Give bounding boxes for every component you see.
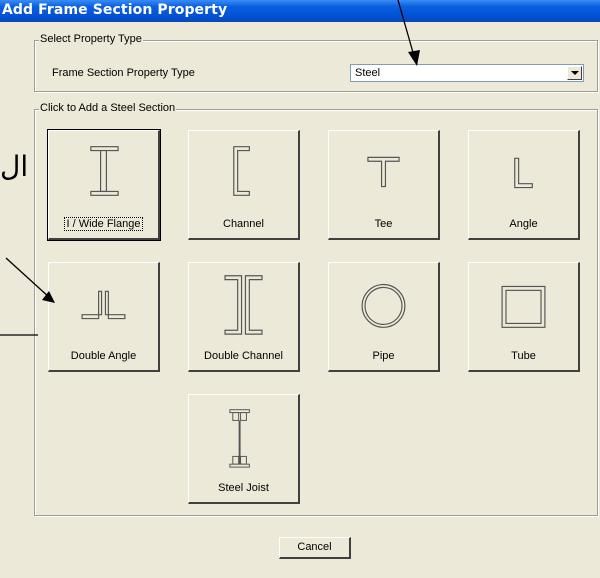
chevron-down-icon xyxy=(571,71,579,75)
group-label: Click to Add a Steel Section xyxy=(39,102,177,114)
tube-icon xyxy=(501,285,546,328)
dialog-body: Select Property Type Frame Section Prope… xyxy=(0,22,600,578)
button-label: Double Angle xyxy=(70,350,137,362)
steel-joist-button[interactable]: Steel Joist xyxy=(188,394,300,504)
window-title: Add Frame Section Property xyxy=(2,2,228,18)
pipe-button[interactable]: Pipe xyxy=(328,262,440,372)
button-label: Angle xyxy=(509,218,538,230)
double-angle-icon xyxy=(81,290,126,320)
button-label: I / Wide Flange xyxy=(63,217,144,231)
double-channel-icon xyxy=(224,275,263,335)
channel-icon xyxy=(233,146,250,196)
tee-icon xyxy=(367,156,400,188)
cancel-button[interactable]: Cancel xyxy=(279,537,351,559)
side-annotation-text: ال xyxy=(0,150,29,183)
group-label: Select Property Type xyxy=(39,33,143,45)
angle-button[interactable]: Angle xyxy=(468,130,580,240)
button-label: Tee xyxy=(374,218,393,230)
title-bar: Add Frame Section Property xyxy=(0,0,600,22)
angle-icon xyxy=(514,157,533,189)
button-label: Tube xyxy=(511,350,536,362)
dropdown-value: Steel xyxy=(355,67,381,79)
tube-button[interactable]: Tube xyxy=(468,262,580,372)
pipe-icon xyxy=(361,283,406,328)
property-type-dropdown[interactable]: Steel xyxy=(350,64,584,82)
button-label: Channel xyxy=(223,218,264,230)
dropdown-arrow-button[interactable] xyxy=(567,66,582,80)
double-angle-button[interactable]: Double Angle xyxy=(48,262,160,372)
tee-button[interactable]: Tee xyxy=(328,130,440,240)
double-channel-button[interactable]: Double Channel xyxy=(188,262,300,372)
button-label: Double Channel xyxy=(204,350,283,362)
property-type-label: Frame Section Property Type xyxy=(52,67,195,79)
channel-button[interactable]: Channel xyxy=(188,130,300,240)
button-label: Steel Joist xyxy=(218,482,269,494)
steel-joist-icon xyxy=(229,409,250,468)
button-label: Pipe xyxy=(372,350,395,362)
i-beam-icon xyxy=(90,146,119,196)
i-wide-flange-button[interactable]: I / Wide Flange xyxy=(47,129,161,241)
